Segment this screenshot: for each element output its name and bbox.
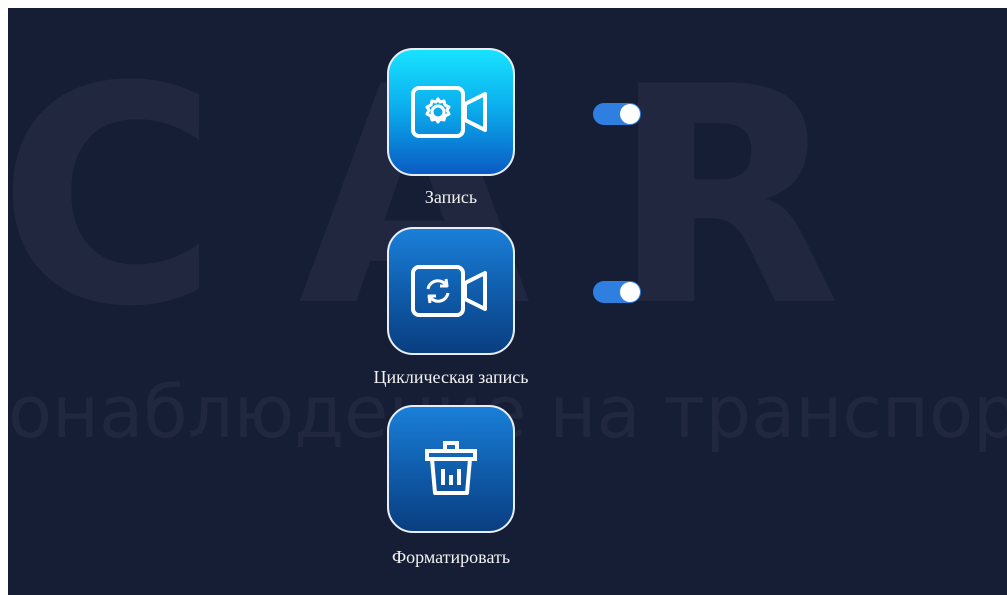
toggle-knob <box>620 104 640 124</box>
format-tile[interactable] <box>387 405 515 533</box>
record-tile[interactable] <box>387 48 515 176</box>
trash-icon <box>419 437 483 501</box>
camera-settings-icon <box>409 80 493 144</box>
record-label: Запись <box>424 187 478 207</box>
loop-record-label: Циклическая запись <box>373 367 529 387</box>
camera-loop-icon <box>409 259 493 323</box>
loop-record-tile[interactable] <box>387 227 515 355</box>
loop-record-toggle[interactable] <box>593 281 641 303</box>
record-toggle[interactable] <box>593 103 641 125</box>
toggle-knob <box>620 282 640 302</box>
settings-screen: CAR VIS онаблюдение на транспор Запись <box>8 8 1007 595</box>
format-label: Форматировать <box>391 547 511 567</box>
